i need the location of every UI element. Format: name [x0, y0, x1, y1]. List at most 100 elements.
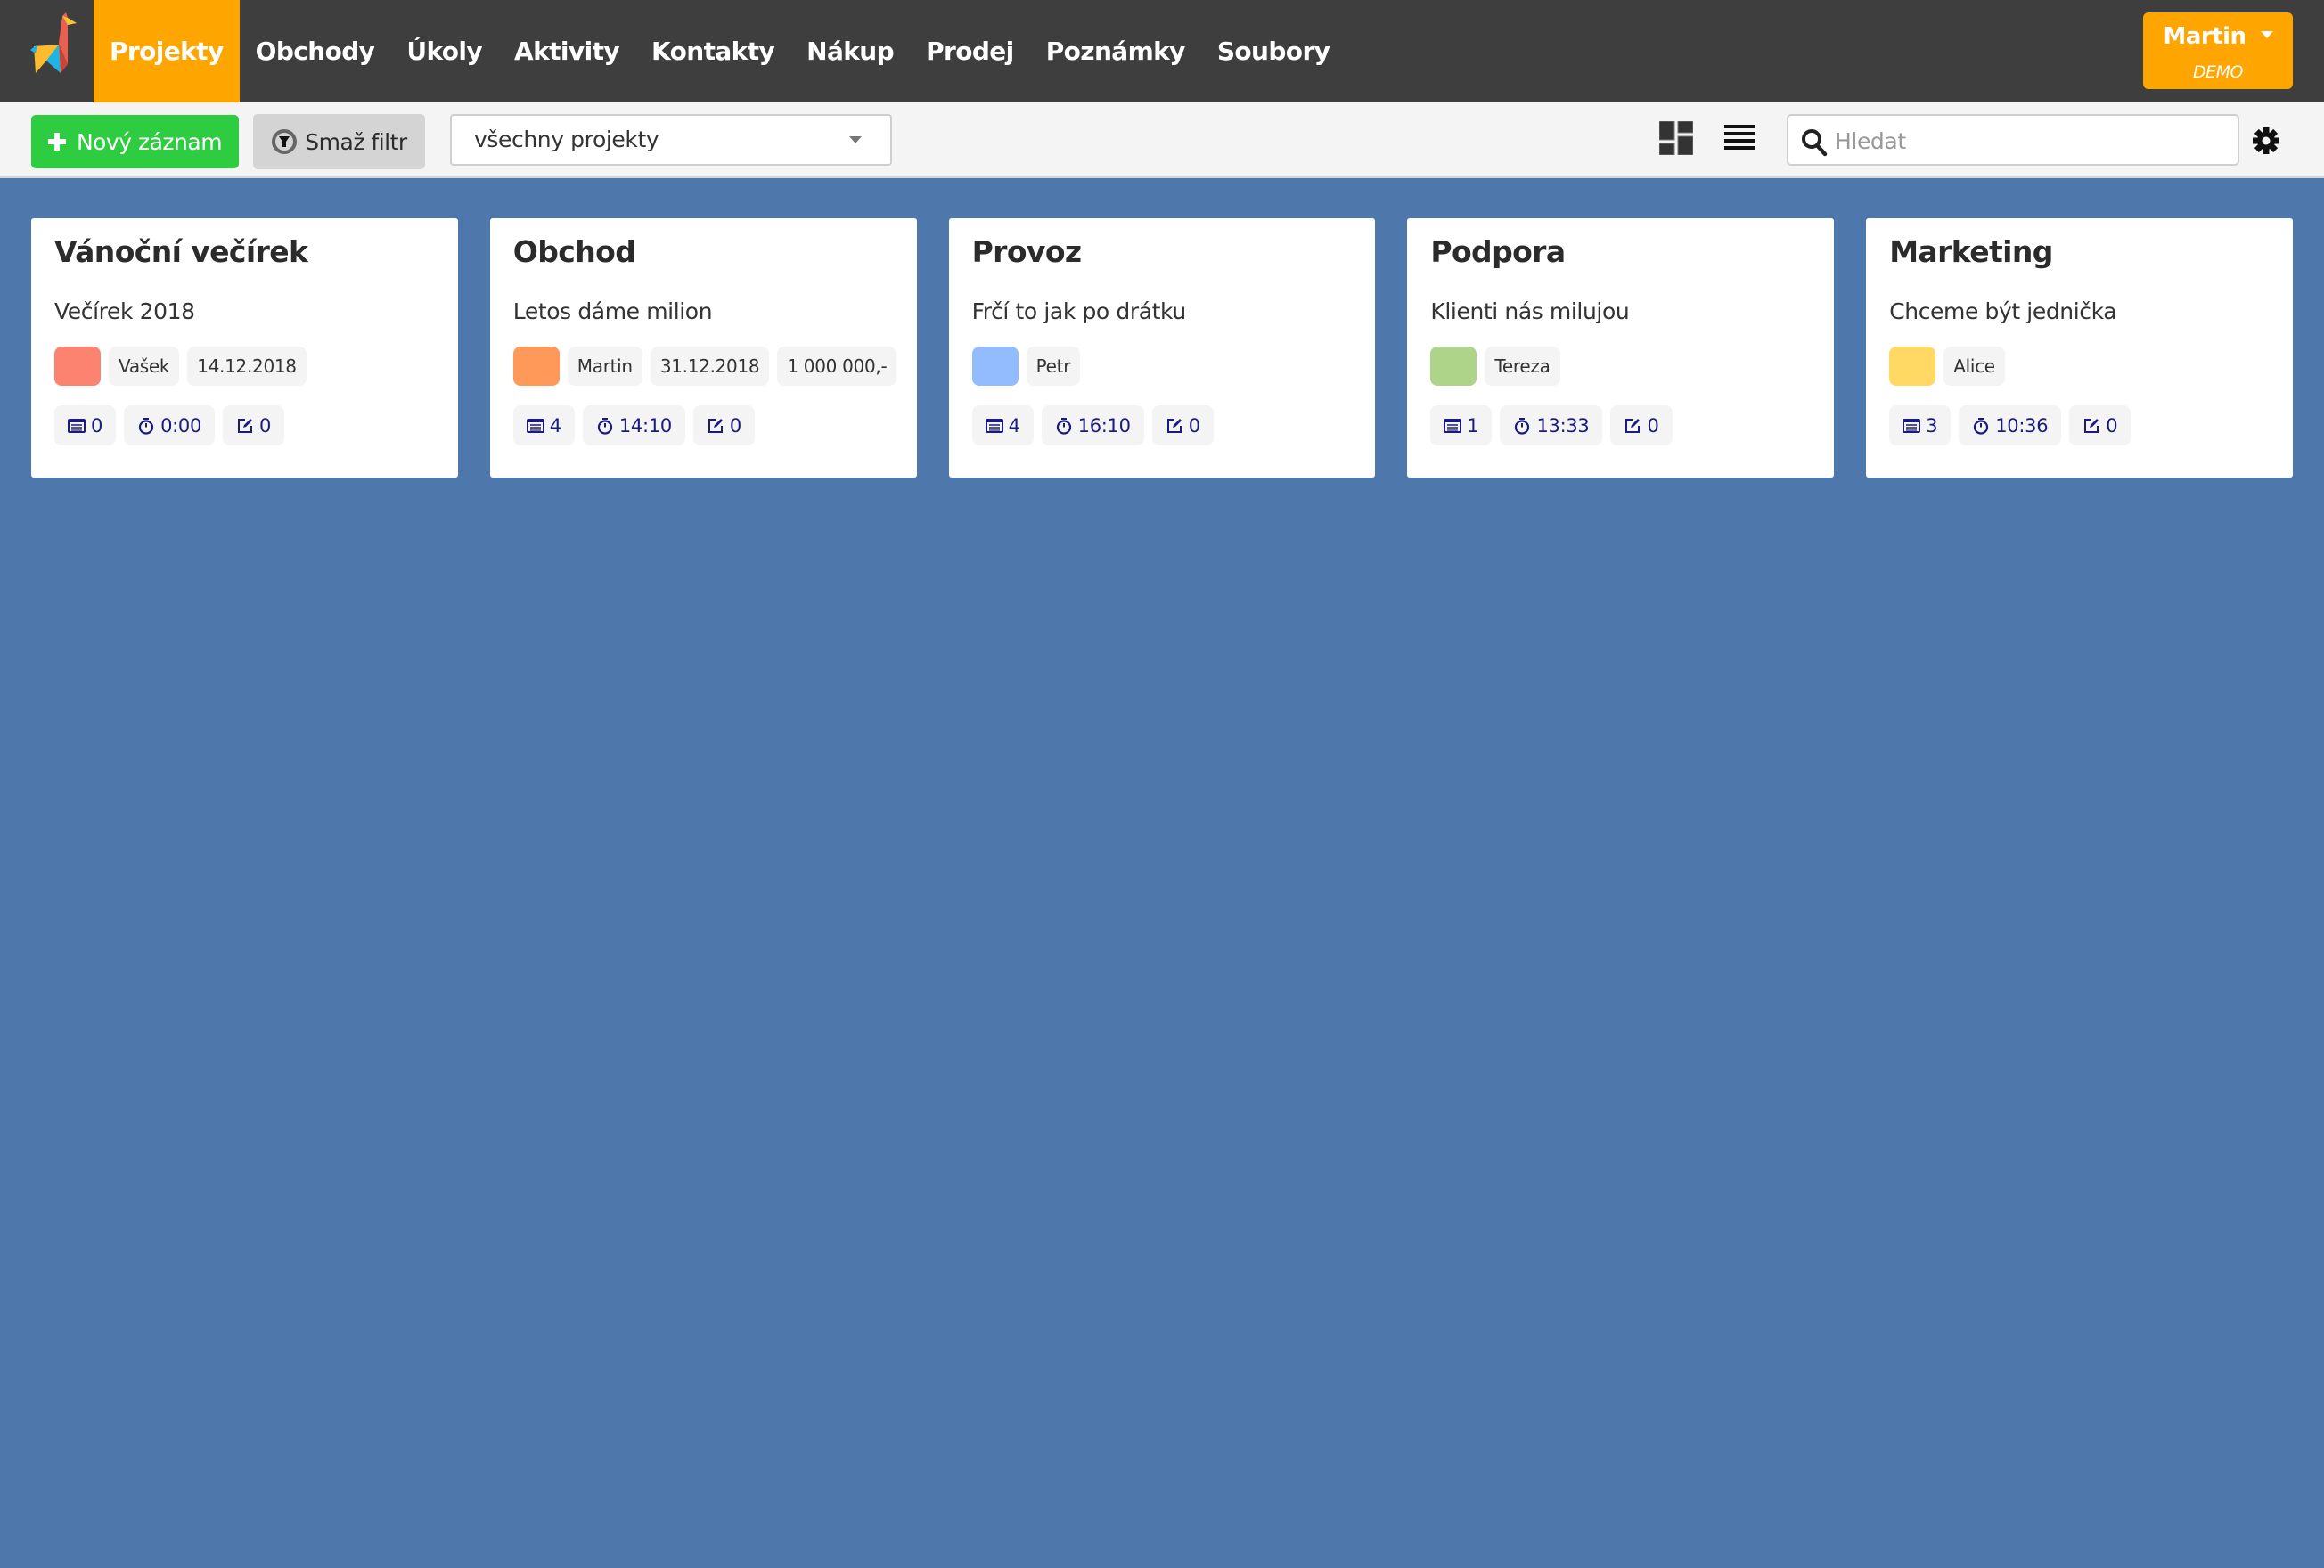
project-subtitle: Letos dáme milion — [512, 298, 713, 324]
user-role: DEMO — [2193, 62, 2243, 82]
clear-filter-icon — [272, 129, 298, 154]
notes-count: 0 — [1188, 414, 1200, 437]
project-owner: Petr — [1026, 347, 1081, 386]
notes-count-badge[interactable]: 0 — [692, 405, 755, 445]
project-owner: Vašek — [109, 347, 180, 386]
clear-filter-button[interactable]: Smaž filtr — [253, 114, 425, 169]
project-tag: 31.12.2018 — [650, 347, 770, 386]
notes-count: 0 — [1647, 414, 1659, 437]
project-title: Podpora — [1430, 234, 1566, 269]
project-meta: Martin 31.12.2018 1 000 000,- — [512, 347, 897, 386]
search-icon — [1802, 129, 1828, 157]
plus-icon — [47, 133, 66, 151]
stopwatch-icon — [1974, 417, 1989, 435]
user-menu-button[interactable]: Martin DEMO — [2143, 12, 2293, 89]
settings-gear-icon[interactable] — [2252, 127, 2280, 155]
edit-note-icon — [2084, 418, 2099, 433]
notes-count-badge[interactable]: 0 — [2069, 405, 2132, 445]
project-tag: 1 000 000,- — [777, 347, 897, 386]
project-card[interactable]: Obchod Letos dáme milion Martin 31.12.20… — [489, 218, 917, 478]
project-subtitle: Frčí to jak po drátku — [971, 298, 1187, 324]
nav-item-7[interactable]: Prodej — [910, 0, 1030, 102]
project-title: Provoz — [971, 234, 1083, 269]
project-stats: 3 10:36 0 — [1889, 405, 2132, 445]
toolbar: Nový záznam Smaž filtr všechny projekty — [0, 102, 2324, 178]
search-box — [1787, 114, 2239, 166]
edit-note-icon — [1625, 418, 1641, 433]
search-input[interactable] — [1835, 123, 2227, 159]
project-card[interactable]: Marketing Chceme být jednička Alice 3 10… — [1866, 218, 2293, 478]
giraffe-logo-icon[interactable] — [27, 11, 84, 82]
list-record-icon — [1444, 418, 1462, 433]
project-color-swatch — [971, 347, 1019, 386]
records-count: 3 — [1926, 414, 1938, 437]
records-count: 4 — [1008, 414, 1020, 437]
project-stats: 4 16:10 0 — [971, 405, 1214, 445]
nav-item-2[interactable]: Obchody — [240, 0, 391, 102]
nav-item-1[interactable]: Projekty — [94, 0, 240, 102]
time-tracked-badge[interactable]: 14:10 — [582, 405, 685, 445]
records-count-badge[interactable]: 3 — [1889, 405, 1952, 445]
project-meta: Tereza — [1430, 347, 1560, 386]
notes-count: 0 — [259, 414, 272, 437]
project-tag: 14.12.2018 — [187, 347, 307, 386]
list-record-icon — [1903, 418, 1921, 433]
records-count: 0 — [91, 414, 103, 437]
project-meta: Vašek 14.12.2018 — [54, 347, 307, 386]
stopwatch-icon — [1515, 417, 1530, 435]
time-tracked-badge[interactable]: 13:33 — [1500, 405, 1603, 445]
project-subtitle: Večírek 2018 — [54, 298, 195, 324]
notes-count-badge[interactable]: 0 — [1151, 405, 1214, 445]
records-count: 1 — [1467, 414, 1479, 437]
project-title: Vánoční večírek — [54, 234, 308, 269]
dropdown-arrow-icon — [849, 136, 862, 143]
notes-count: 0 — [729, 414, 741, 437]
nav-item-3[interactable]: Úkoly — [390, 0, 498, 102]
project-meta: Petr — [971, 347, 1081, 386]
list-view-icon[interactable] — [1724, 123, 1755, 151]
stopwatch-icon — [1056, 417, 1071, 435]
project-meta: Alice — [1889, 347, 2005, 386]
nav-item-6[interactable]: Nákup — [790, 0, 910, 102]
nav-item-9[interactable]: Soubory — [1201, 0, 1346, 102]
nav-item-4[interactable]: Aktivity — [498, 0, 635, 102]
project-filter-select[interactable]: všechny projekty — [450, 114, 892, 166]
caret-down-icon — [2260, 30, 2273, 38]
project-title: Obchod — [512, 234, 636, 269]
project-owner: Martin — [567, 347, 642, 386]
time-tracked: 14:10 — [618, 414, 672, 437]
notes-count-badge[interactable]: 0 — [223, 405, 285, 445]
notes-count-badge[interactable]: 0 — [1610, 405, 1673, 445]
user-name: Martin — [2163, 23, 2246, 50]
new-record-label: Nový záznam — [76, 128, 223, 155]
tile-view-icon[interactable] — [1659, 121, 1693, 155]
project-stats: 4 14:10 0 — [512, 405, 755, 445]
time-tracked-badge[interactable]: 10:36 — [1959, 405, 2062, 445]
project-color-swatch — [512, 347, 560, 386]
project-subtitle: Chceme být jednička — [1889, 298, 2117, 324]
project-color-swatch — [1430, 347, 1477, 386]
project-color-swatch — [54, 347, 101, 386]
records-count-badge[interactable]: 1 — [1430, 405, 1493, 445]
nav-item-5[interactable]: Kontakty — [635, 0, 790, 102]
project-color-swatch — [1889, 347, 1936, 386]
project-card[interactable]: Vánoční večírek Večírek 2018 Vašek 14.12… — [31, 218, 458, 478]
time-tracked: 16:10 — [1077, 414, 1131, 437]
edit-note-icon — [238, 418, 253, 433]
project-owner: Alice — [1943, 347, 2005, 386]
records-count-badge[interactable]: 4 — [512, 405, 575, 445]
time-tracked: 0:00 — [160, 414, 202, 437]
records-count-badge[interactable]: 4 — [971, 405, 1034, 445]
project-card[interactable]: Provoz Frčí to jak po drátku Petr 4 16:1… — [948, 218, 1376, 478]
top-navigation-bar: Projekty Obchody Úkoly Aktivity Kontakty Náku… — [0, 0, 2324, 102]
project-cards: Vánoční večírek Večírek 2018 Vašek 14.12… — [31, 218, 2293, 478]
main-navigation: Projekty Obchody Úkoly Aktivity Kontakty Náku… — [94, 0, 1346, 102]
new-record-button[interactable]: Nový záznam — [31, 115, 239, 168]
records-count-badge[interactable]: 0 — [54, 405, 117, 445]
list-record-icon — [68, 418, 86, 433]
nav-item-8[interactable]: Poznámky — [1030, 0, 1201, 102]
time-tracked-badge[interactable]: 0:00 — [124, 405, 216, 445]
edit-note-icon — [708, 418, 723, 433]
time-tracked-badge[interactable]: 16:10 — [1041, 405, 1144, 445]
project-card[interactable]: Podpora Klienti nás milujou Tereza 1 13:… — [1407, 218, 1835, 478]
